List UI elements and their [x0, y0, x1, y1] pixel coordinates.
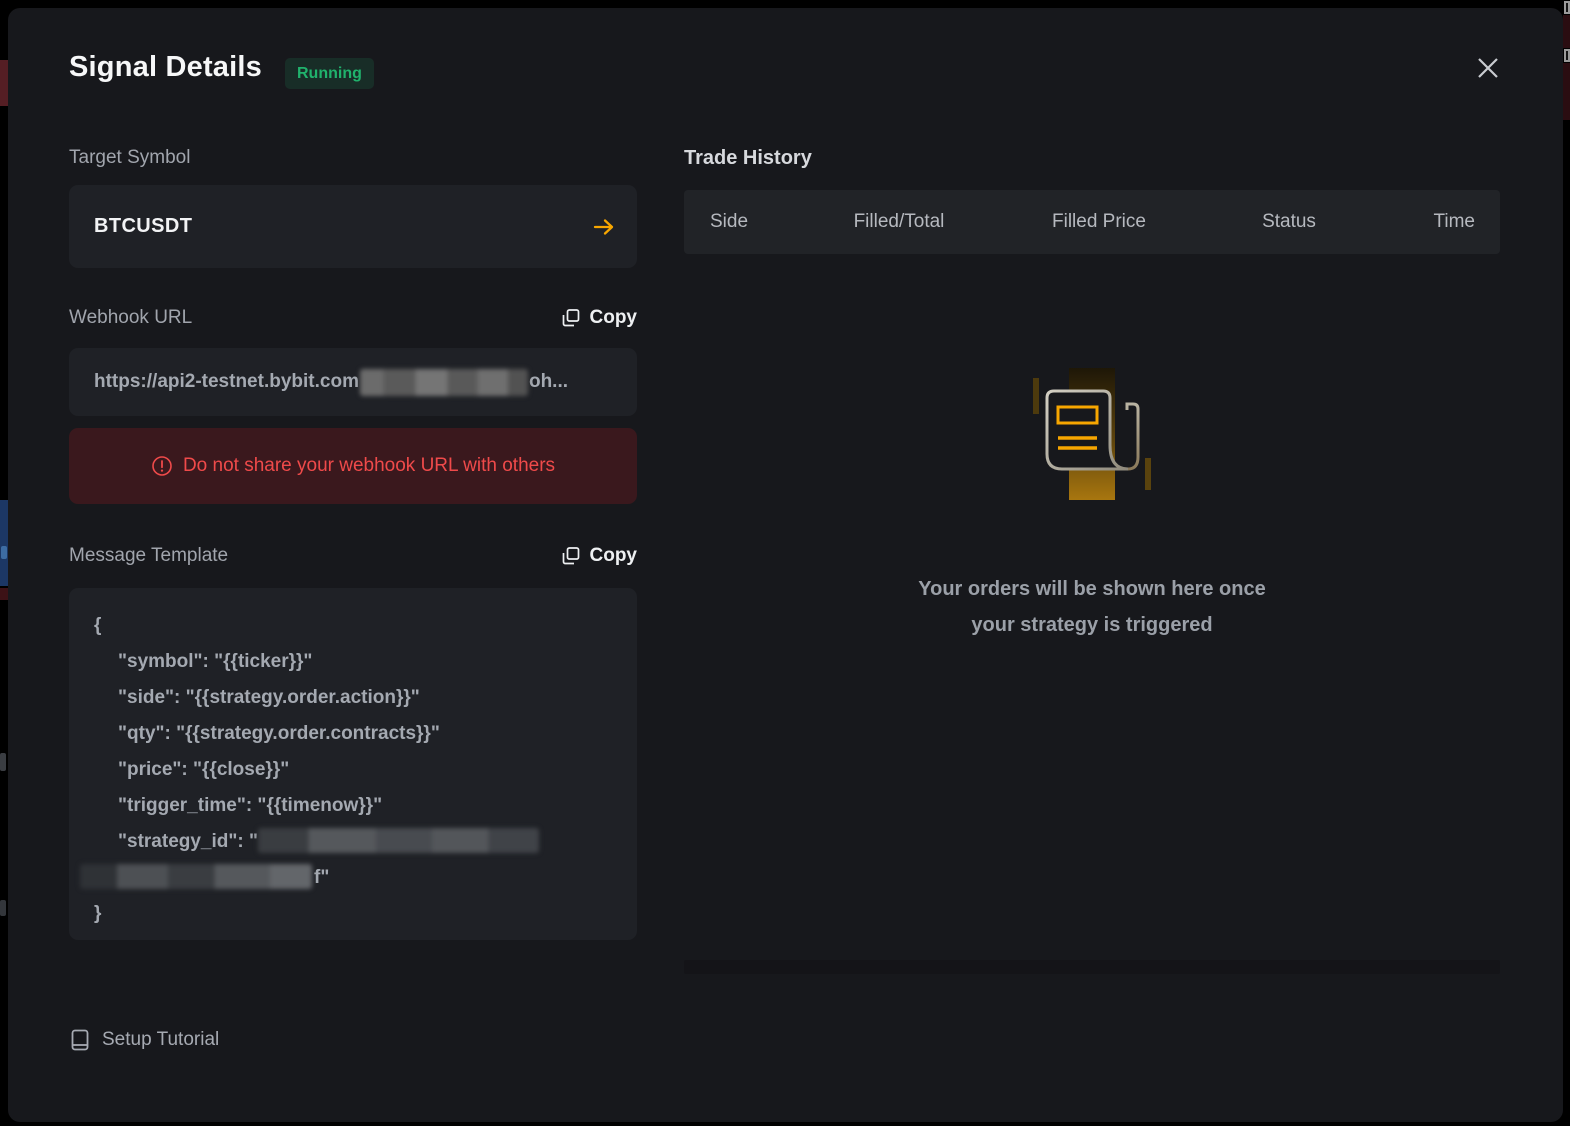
message-template-row: Message Template Copy — [69, 545, 637, 567]
close-button[interactable] — [1468, 48, 1508, 88]
code-line: "trigger_time": "{{timenow}}" — [69, 788, 637, 824]
background-page-fragment — [1, 546, 7, 559]
copy-icon — [561, 546, 581, 566]
warning-text: Do not share your webhook URL with other… — [183, 455, 555, 477]
code-text: "strategy_id": " — [118, 831, 258, 852]
copy-label: Copy — [590, 545, 638, 567]
background-page-fragment — [0, 753, 6, 771]
background-page-fragment — [1563, 63, 1570, 120]
column-filled-price: Filled Price — [984, 211, 1214, 233]
code-line: "qty": "{{strategy.order.contracts}}" — [69, 716, 637, 752]
page-title: Signal Details — [69, 51, 262, 84]
background-page-fragment — [0, 60, 8, 106]
orders-empty-illustration — [1017, 360, 1167, 515]
column-status: Status — [1214, 211, 1364, 233]
copy-icon — [561, 308, 581, 328]
signal-details-modal: Signal Details Running Target Symbol BTC… — [8, 8, 1563, 1122]
message-template-label: Message Template — [69, 545, 228, 567]
message-template-code-block: { "symbol": "{{ticker}}" "side": "{{stra… — [69, 588, 637, 940]
url-redacted-blur — [360, 369, 528, 396]
code-line: } — [69, 896, 637, 932]
background-page-fragment — [0, 500, 8, 586]
webhook-url-row: Webhook URL Copy — [69, 307, 637, 329]
code-line: "symbol": "{{ticker}}" — [69, 644, 637, 680]
copy-template-button[interactable]: Copy — [561, 545, 638, 567]
code-text: f" — [314, 867, 329, 888]
webhook-url-label: Webhook URL — [69, 307, 192, 329]
target-symbol-label: Target Symbol — [69, 147, 190, 169]
warning-icon — [151, 455, 173, 477]
trade-history-footer-strip — [684, 960, 1500, 974]
code-line: "price": "{{close}}" — [69, 752, 637, 788]
warning-banner: Do not share your webhook URL with other… — [69, 428, 637, 504]
webhook-url-suffix: oh... — [529, 371, 568, 393]
webhook-url-field: https://api2-testnet.bybit.com oh... — [69, 348, 637, 416]
target-symbol-value: BTCUSDT — [94, 215, 192, 238]
code-line: f" — [69, 860, 637, 896]
code-redacted-blur — [80, 864, 312, 889]
screen: Signal Details Running Target Symbol BTC… — [0, 0, 1570, 1126]
copy-webhook-url-button[interactable]: Copy — [561, 307, 638, 329]
empty-state-message: Your orders will be shown here once your… — [684, 571, 1500, 643]
background-page-fragment — [1564, 49, 1570, 62]
status-badge: Running — [285, 58, 374, 89]
background-page-fragment — [0, 900, 6, 916]
column-time: Time — [1364, 211, 1500, 233]
background-page-fragment — [0, 588, 8, 600]
code-line: "side": "{{strategy.order.action}}" — [69, 680, 637, 716]
setup-tutorial-link[interactable]: Setup Tutorial — [69, 1028, 219, 1052]
column-filled-total: Filled/Total — [814, 211, 984, 233]
target-symbol-field[interactable]: BTCUSDT — [69, 185, 637, 268]
close-icon — [1475, 55, 1501, 81]
column-side: Side — [684, 211, 814, 233]
empty-state-line2: your strategy is triggered — [684, 607, 1500, 643]
trade-history-header: Side Filled/Total Filled Price Status Ti… — [684, 190, 1500, 254]
webhook-url-prefix: https://api2-testnet.bybit.com — [94, 371, 359, 393]
setup-tutorial-label: Setup Tutorial — [102, 1029, 219, 1051]
arrow-right-icon — [592, 216, 616, 238]
code-redacted-blur — [258, 828, 539, 853]
background-page-fragment — [1563, 15, 1570, 48]
trade-history-title: Trade History — [684, 147, 812, 170]
book-icon — [69, 1028, 91, 1052]
copy-label: Copy — [590, 307, 638, 329]
background-page-fragment — [1564, 1, 1570, 14]
empty-state-line1: Your orders will be shown here once — [684, 571, 1500, 607]
code-line: { — [69, 608, 637, 644]
code-line: "strategy_id": " — [69, 824, 637, 860]
